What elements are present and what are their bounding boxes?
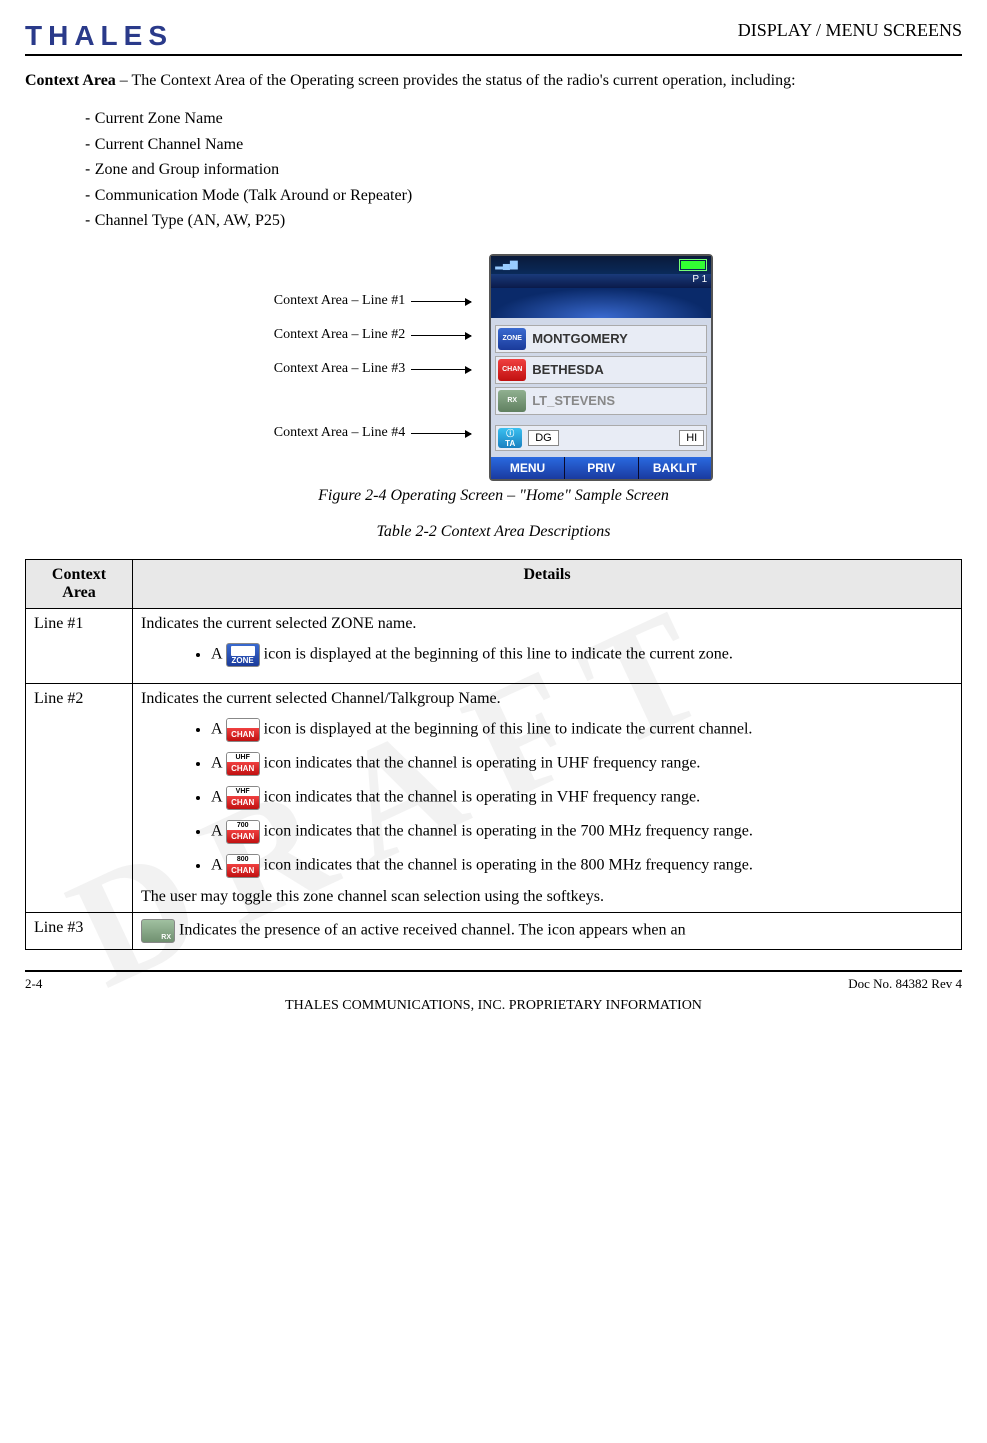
ta-icon: ⓘTA	[498, 428, 522, 448]
row-bullets: A CHAN icon is displayed at the beginnin…	[171, 718, 953, 878]
row-details: Indicates the current selected ZONE name…	[133, 608, 962, 683]
doc-number: Doc No. 84382 Rev 4	[848, 976, 962, 992]
phone-row-zone: ZONE MONTGOMERY	[495, 325, 707, 353]
figure-container: Context Area – Line #1 Context Area – Li…	[25, 254, 962, 481]
table-row: Line #1 Indicates the current selected Z…	[26, 608, 962, 683]
phone-rows: ZONE MONTGOMERY CHAN BETHESDA RX LT_STEV…	[491, 318, 711, 457]
phone-status-bar: ▂▄▆	[491, 256, 711, 274]
vhf-chan-icon: VHFCHAN	[226, 786, 260, 810]
page-header: THALES DISPLAY / MENU SCREENS	[25, 20, 962, 56]
row-label: Line #3	[26, 912, 133, 949]
rx-icon: RX	[498, 390, 526, 412]
callout-line-1: Context Area – Line #1	[274, 293, 471, 309]
uhf-chan-icon: UHFCHAN	[226, 752, 260, 776]
list-item: A UHFCHAN icon indicates that the channe…	[211, 752, 953, 776]
thales-logo: THALES	[25, 20, 173, 52]
table-row: Line #3 RX Indicates the presence of an …	[26, 912, 962, 949]
callout-line-2: Context Area – Line #2	[274, 327, 471, 343]
col-context-area: Context Area	[26, 559, 133, 608]
callout-line-4: Context Area – Line #4	[274, 425, 471, 441]
dg-tag: DG	[528, 430, 559, 446]
phone-tag-row: ⓘTA DG HI	[495, 425, 707, 451]
row-lead: Indicates the current selected Channel/T…	[141, 690, 953, 708]
proprietary-notice: THALES COMMUNICATIONS, INC. PROPRIETARY …	[25, 998, 962, 1014]
bullet: Channel Type (AN, AW, P25)	[85, 208, 962, 234]
intro-text: – The Context Area of the Operating scre…	[116, 72, 796, 89]
table-row: Line #2 Indicates the current selected C…	[26, 683, 962, 912]
arrow-icon	[411, 369, 471, 370]
row-bullets: A ZONE icon is displayed at the beginnin…	[171, 643, 953, 667]
phone-softkeys: MENU PRIV BAKLIT	[491, 457, 711, 479]
phone-sub-bar: P 1	[491, 274, 711, 288]
callout-labels: Context Area – Line #1 Context Area – Li…	[274, 275, 471, 459]
bullet: Zone and Group information	[85, 157, 962, 183]
row-details: RX Indicates the presence of an active r…	[133, 912, 962, 949]
intro-paragraph: Context Area – The Context Area of the O…	[25, 72, 962, 90]
softkey-menu[interactable]: MENU	[491, 457, 565, 479]
figure-caption: Figure 2-4 Operating Screen – "Home" Sam…	[25, 487, 962, 505]
arrow-icon	[411, 301, 471, 302]
softkey-priv[interactable]: PRIV	[565, 457, 639, 479]
chan-text: BETHESDA	[532, 362, 604, 377]
700-chan-icon: 700CHAN	[226, 820, 260, 844]
zone-text: MONTGOMERY	[532, 331, 628, 346]
arrow-icon	[411, 433, 471, 434]
context-bullet-list: Current Zone Name Current Channel Name Z…	[85, 106, 962, 234]
list-item: A VHFCHAN icon indicates that the channe…	[211, 786, 953, 810]
zone-icon: ZONE	[226, 643, 260, 667]
row-label: Line #1	[26, 608, 133, 683]
bullet: Current Zone Name	[85, 106, 962, 132]
list-item: A CHAN icon is displayed at the beginnin…	[211, 718, 953, 742]
row-details: Indicates the current selected Channel/T…	[133, 683, 962, 912]
chan-icon: CHAN	[226, 718, 260, 742]
battery-icon	[679, 259, 707, 271]
signal-icon: ▂▄▆	[495, 259, 517, 270]
arrow-icon	[411, 335, 471, 336]
list-item: A 700CHAN icon indicates that the channe…	[211, 820, 953, 844]
bullet: Current Channel Name	[85, 132, 962, 158]
page-footer: 2-4 Doc No. 84382 Rev 4	[25, 970, 962, 992]
intro-lead: Context Area	[25, 72, 116, 89]
section-title: DISPLAY / MENU SCREENS	[738, 20, 962, 41]
zone-icon: ZONE	[498, 328, 526, 350]
table-header-row: Context Area Details	[26, 559, 962, 608]
800-chan-icon: 800CHAN	[226, 854, 260, 878]
phone-row-rx: RX LT_STEVENS	[495, 387, 707, 415]
callout-line-3: Context Area – Line #3	[274, 361, 471, 377]
list-item: A 800CHAN icon indicates that the channe…	[211, 854, 953, 878]
page-number: 2-4	[25, 976, 42, 992]
row-trail: The user may toggle this zone channel sc…	[141, 888, 953, 906]
bullet: Communication Mode (Talk Around or Repea…	[85, 183, 962, 209]
phone-wave-graphic	[491, 288, 711, 318]
row-label: Line #2	[26, 683, 133, 912]
row-lead: Indicates the current selected ZONE name…	[141, 615, 953, 633]
phone-row-chan: CHAN BETHESDA	[495, 356, 707, 384]
list-item: A ZONE icon is displayed at the beginnin…	[211, 643, 953, 667]
softkey-baklit[interactable]: BAKLIT	[639, 457, 712, 479]
hi-tag: HI	[679, 430, 704, 446]
rx-icon: RX	[141, 919, 175, 943]
col-details: Details	[133, 559, 962, 608]
phone-screenshot: ▂▄▆ P 1 ZONE MONTGOMERY CHAN BETHESDA RX…	[489, 254, 713, 481]
chan-icon: CHAN	[498, 359, 526, 381]
rx-text: LT_STEVENS	[532, 393, 615, 408]
context-area-table: Context Area Details Line #1 Indicates t…	[25, 559, 962, 950]
table-caption: Table 2-2 Context Area Descriptions	[25, 523, 962, 541]
